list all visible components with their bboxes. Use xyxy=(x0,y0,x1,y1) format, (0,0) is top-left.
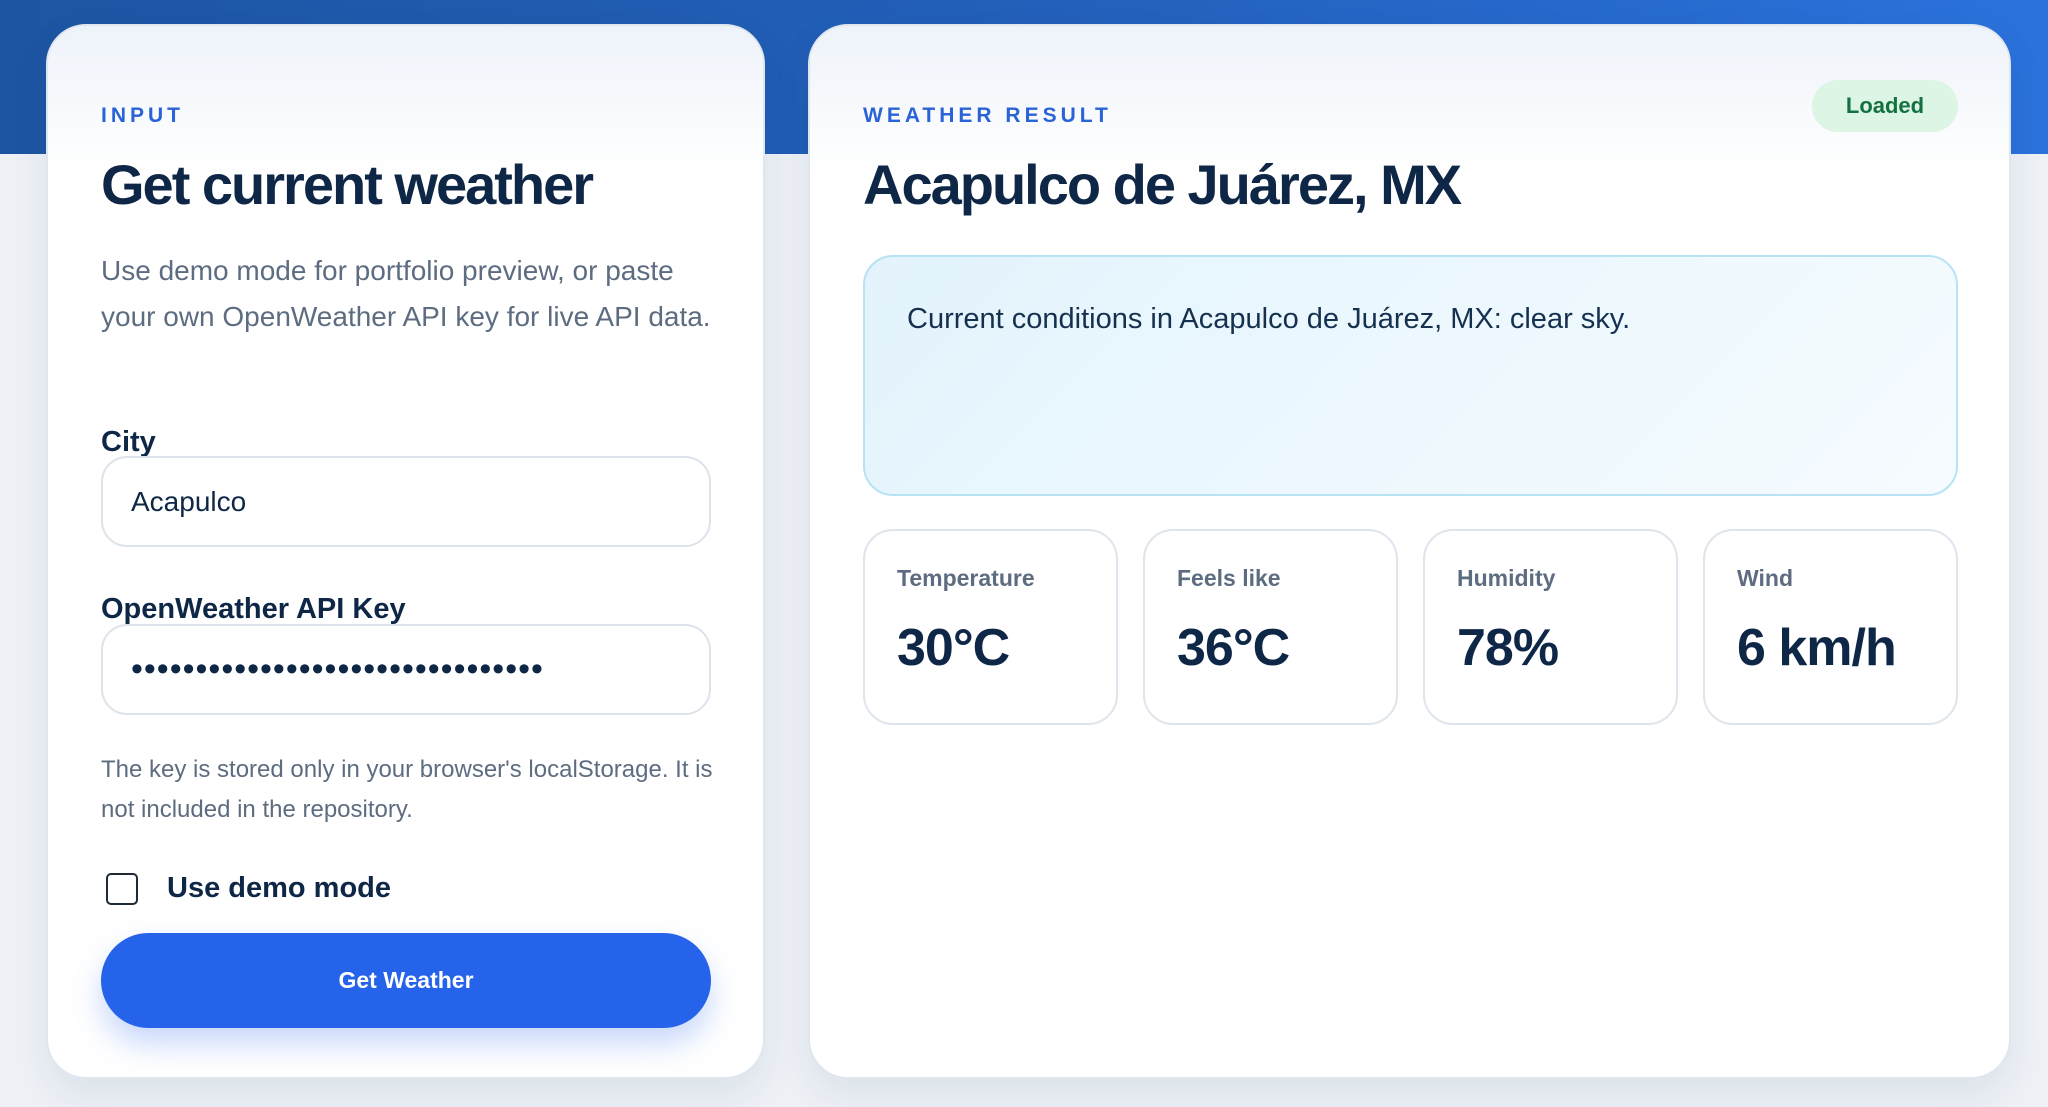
location-title: Acapulco de Juárez, MX xyxy=(863,153,1462,216)
metric-label: Temperature xyxy=(897,565,1035,591)
metric-value: 6 km/h xyxy=(1737,619,1897,677)
status-badge: Loaded xyxy=(1812,80,1958,132)
metric-humidity: Humidity 78% xyxy=(1423,529,1678,725)
metrics-grid: Temperature 30°C Feels like 36°C Humidit… xyxy=(863,529,1958,725)
metric-value: 78% xyxy=(1457,619,1559,677)
demo-mode-label[interactable]: Use demo mode xyxy=(167,872,391,905)
api-key-label: OpenWeather API Key xyxy=(101,593,406,625)
metric-temperature: Temperature 30°C xyxy=(863,529,1118,725)
city-label: City xyxy=(101,426,156,458)
metric-label: Humidity xyxy=(1457,565,1556,591)
api-key-input[interactable] xyxy=(101,624,711,715)
api-key-helper-text: The key is stored only in your browser's… xyxy=(101,756,713,823)
metric-value: 30°C xyxy=(897,619,1010,677)
get-weather-button[interactable]: Get Weather xyxy=(101,933,711,1028)
input-card: INPUT Get current weather Use demo mode … xyxy=(46,24,765,1079)
demo-mode-checkbox[interactable] xyxy=(106,872,138,905)
input-eyebrow: INPUT xyxy=(101,104,184,127)
result-card: WEATHER RESULT Loaded Acapulco de Juárez… xyxy=(808,24,2011,1079)
conditions-summary: Current conditions in Acapulco de Juárez… xyxy=(863,255,1958,496)
metric-feels-like: Feels like 36°C xyxy=(1143,529,1398,725)
metric-label: Wind xyxy=(1737,565,1793,591)
result-eyebrow: WEATHER RESULT xyxy=(863,104,1112,127)
metric-value: 36°C xyxy=(1177,619,1290,677)
metric-wind: Wind 6 km/h xyxy=(1703,529,1958,725)
input-title: Get current weather xyxy=(101,153,594,216)
input-description: Use demo mode for portfolio preview, or … xyxy=(101,255,711,332)
demo-mode-toggle[interactable]: Use demo mode xyxy=(106,872,391,905)
metric-label: Feels like xyxy=(1177,565,1281,591)
city-input[interactable] xyxy=(101,456,711,547)
